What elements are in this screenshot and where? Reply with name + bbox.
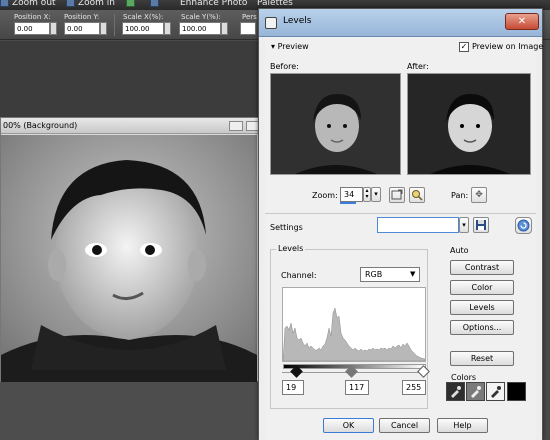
help-button[interactable]: Help [437,418,488,433]
scale-x-label: Scale X(%): [123,13,164,21]
zoom-in-icon[interactable] [66,0,75,7]
before-thumbnail [271,74,400,174]
reset-preset-button[interactable] [515,217,532,234]
save-preset-button[interactable] [473,217,489,233]
zoom-out-button[interactable]: Zoom out [12,0,56,8]
before-preview-pane[interactable] [270,73,401,175]
options-button[interactable]: Options... [450,320,514,335]
pers-field[interactable] [240,22,256,35]
save-icon [476,220,486,230]
auto-color-button[interactable]: Color [450,280,514,295]
scale-y-field[interactable]: 100.00 [179,22,221,35]
colors-label: Colors [451,373,477,382]
position-x-spinner[interactable] [50,22,57,35]
reset-preset-icon [517,219,530,232]
position-x-label: Position X: [14,13,51,21]
black-eyedropper-button[interactable] [446,382,465,401]
separator [265,213,536,214]
position-y-field[interactable]: 0.00 [64,22,100,35]
input-black-field[interactable]: 19 [282,380,304,395]
after-preview-pane[interactable] [407,73,531,175]
histogram-plot [282,307,426,362]
eyedropper-icon [471,386,481,398]
auto-contrast-button[interactable]: Contrast [450,260,514,275]
chevron-down-icon: ▼ [410,270,416,278]
ok-button[interactable]: OK [323,418,374,433]
preview-collapse-toggle[interactable]: ▾ Preview [271,42,309,51]
levels-group-label: Levels [276,244,306,253]
zoom-out-icon[interactable] [0,0,9,7]
minimize-button[interactable] [229,121,243,131]
levels-dialog: Levels ✕ ▾ Preview ✓ Preview on Image Be… [258,8,543,440]
image-window-title: 00% (Background) [1,118,267,134]
dialog-title: Levels [283,16,312,26]
image-window: 00% (Background) [0,117,268,383]
dialog-body: ▾ Preview ✓ Preview on Image Before: Aft… [265,37,543,440]
photo-image [1,135,257,383]
position-y-label: Position Y: [64,13,100,21]
menu-enhance-photo[interactable]: Enhance Photo [180,0,247,8]
toolbar-separator [114,14,115,36]
histogram [282,287,426,362]
position-y-spinner[interactable] [100,22,107,35]
auto-levels-button[interactable]: Levels [450,300,514,315]
adjust-icon[interactable] [126,0,135,7]
scale-x-spinner[interactable] [164,22,171,35]
eyedropper-icon [491,386,501,398]
zoom-label: Zoom: [312,191,338,200]
host-statusbar [0,382,260,440]
pers-label: Pers [242,13,257,21]
eyedropper-icon [451,386,461,398]
zoom-spinner[interactable]: ▴ ▾ [363,187,371,202]
preview-on-image-label: Preview on Image [472,42,544,51]
cancel-button[interactable]: Cancel [379,418,430,433]
preview-on-image-checkbox[interactable]: ✓ [459,42,469,52]
auto-group-label: Auto [450,246,469,255]
scale-x-field[interactable]: 100.00 [122,22,164,35]
zoom-to-fit-button[interactable] [389,187,405,203]
settings-preset-select[interactable] [377,217,459,233]
dialog-titlebar[interactable]: Levels ✕ [259,9,542,37]
menu-palettes[interactable]: Palettes [257,0,293,8]
color-swatch[interactable] [507,382,526,401]
zoom-underline [340,202,356,204]
preview-label: Preview [277,42,309,51]
input-midtone-field[interactable]: 117 [345,380,369,395]
settings-label: Settings [270,223,303,232]
photo-canvas[interactable] [1,135,257,383]
input-white-field[interactable]: 255 [402,380,426,395]
move-icon[interactable]: ✥ [471,187,487,203]
scale-y-label: Scale Y(%): [181,13,221,21]
zoom-fit-icon [391,189,403,200]
before-label: Before: [270,62,299,71]
layers-icon[interactable] [150,0,159,7]
chevron-down-icon[interactable]: ▾ [459,217,469,233]
after-label: After: [407,62,429,71]
zoom-dropdown[interactable]: ▾ [371,187,381,202]
white-eyedropper-button[interactable] [486,382,505,401]
gray-eyedropper-button[interactable] [466,382,485,401]
zoom-tool-button[interactable] [409,187,425,203]
scale-y-spinner[interactable] [221,22,228,35]
after-thumbnail [408,74,530,174]
app-icon [265,17,277,29]
channel-label: Channel: [281,271,317,280]
zoom-input[interactable]: 34 [340,187,363,202]
position-x-field[interactable]: 0.00 [14,22,50,35]
magnifier-icon [412,190,423,201]
reset-button[interactable]: Reset [450,351,514,366]
close-button[interactable]: ✕ [505,13,539,30]
zoom-in-button[interactable]: Zoom in [78,0,115,8]
pan-label: Pan: [451,191,469,200]
